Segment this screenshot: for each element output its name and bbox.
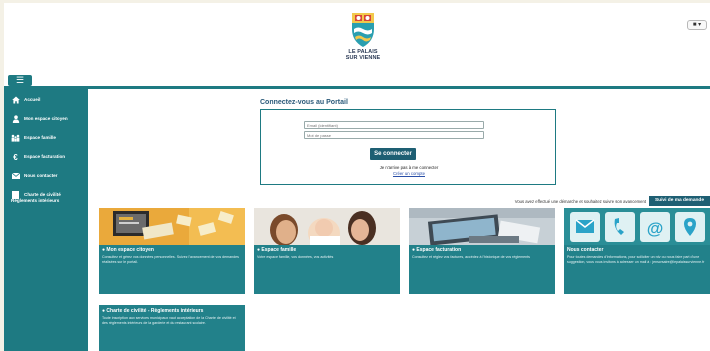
euro-icon: € [13,152,18,162]
sidebar-item-label: Espace facturation [24,154,66,159]
email-field[interactable] [304,121,484,129]
sidebar-item-label: Nous contacter [24,173,58,178]
card-description: Toute inscription aux services municipau… [102,316,236,325]
page: LE PALAIS SUR VIENNE ■ ▾ ☰ Accueil Mon e… [4,3,710,351]
sidebar-item-label-line2: Règlements intérieurs [11,198,60,203]
card-espace-facturation[interactable]: ● Espace facturation Consultez et réglez… [409,208,555,294]
card-description: Consultez et réglez vos factures, accéde… [412,255,530,259]
sidebar-item-label-line1: Charte de civilité [24,192,61,197]
card-description: Votre espace famille, vos données, vos a… [257,255,334,259]
card-espace-famille[interactable]: ● Espace famille Votre espace famille, v… [254,208,400,294]
billing-space-image [409,208,555,245]
card-nous-contacter[interactable]: @ Nous contacter Pour toutes demandes d'… [564,208,710,294]
card-title: ● Charte de civilité - Règlements intéri… [102,308,204,314]
card-description: Consultez et gérez vos données personnel… [102,255,239,264]
sidebar: Accueil Mon espace citoyen Espace famill… [4,89,88,351]
card-charte-civilite[interactable]: ● Charte de civilité - Règlements intéri… [99,305,245,351]
svg-text:@: @ [647,219,664,238]
contact-image: @ [564,208,710,245]
user-icon: ■ [692,22,697,28]
logo-line-2: SUR VIENNE [345,55,381,61]
followup-text: Vous avez effectué une démarche et souha… [514,199,646,204]
sidebar-item-famille[interactable]: Espace famille [11,134,87,142]
sidebar-item-label: Accueil [24,97,41,102]
login-panel: Se connecter Je n'arrive pas à me connec… [260,109,556,185]
sidebar-item-label: Charte de civilité Règlements intérieurs [11,192,61,204]
home-icon [11,96,20,104]
sidebar-item-charte[interactable]: Charte de civilité Règlements intérieurs [11,191,87,204]
create-account-link[interactable]: Créer un compte [261,171,557,176]
citizen-space-image [99,208,245,245]
sidebar-item-facturation[interactable]: € Espace facturation [11,152,87,162]
login-button[interactable]: Se connecter [370,148,416,160]
top-divider [4,86,710,89]
card-description: Pour toutes demandes d'informations, pou… [567,255,705,264]
password-field[interactable] [304,131,484,139]
sidebar-item-citoyen[interactable]: Mon espace citoyen [11,115,87,123]
family-icon [11,134,20,142]
sidebar-item-label: Mon espace citoyen [24,116,68,121]
user-icon [11,115,20,123]
sidebar-item-accueil[interactable]: Accueil [11,96,87,104]
header: LE PALAIS SUR VIENNE ■ ▾ [4,3,710,73]
card-espace-citoyen[interactable]: ● Mon espace citoyen Consultez et gérez … [99,208,245,294]
family-space-image [254,208,400,245]
chevron-down-icon: ▾ [698,22,702,28]
followup-button[interactable]: Suivi de ma demande [649,196,710,206]
menu-toggle-button[interactable]: ☰ [8,75,32,86]
card-title: ● Espace facturation [412,247,462,253]
town-logo[interactable]: LE PALAIS SUR VIENNE [342,11,384,66]
card-title: ● Mon espace citoyen [102,247,154,253]
user-menu-button[interactable]: ■ ▾ [687,20,707,30]
card-title: Nous contacter [567,247,604,253]
card-title: ● Espace famille [257,247,297,253]
login-help-link[interactable]: Je n'arrive pas à me connecter [261,165,557,170]
sidebar-item-label: Espace famille [24,135,56,140]
town-crest-icon [352,13,374,47]
login-title: Connectez-vous au Portail [260,99,348,106]
mail-icon [11,172,20,180]
sidebar-item-contact[interactable]: Nous contacter [11,172,87,180]
